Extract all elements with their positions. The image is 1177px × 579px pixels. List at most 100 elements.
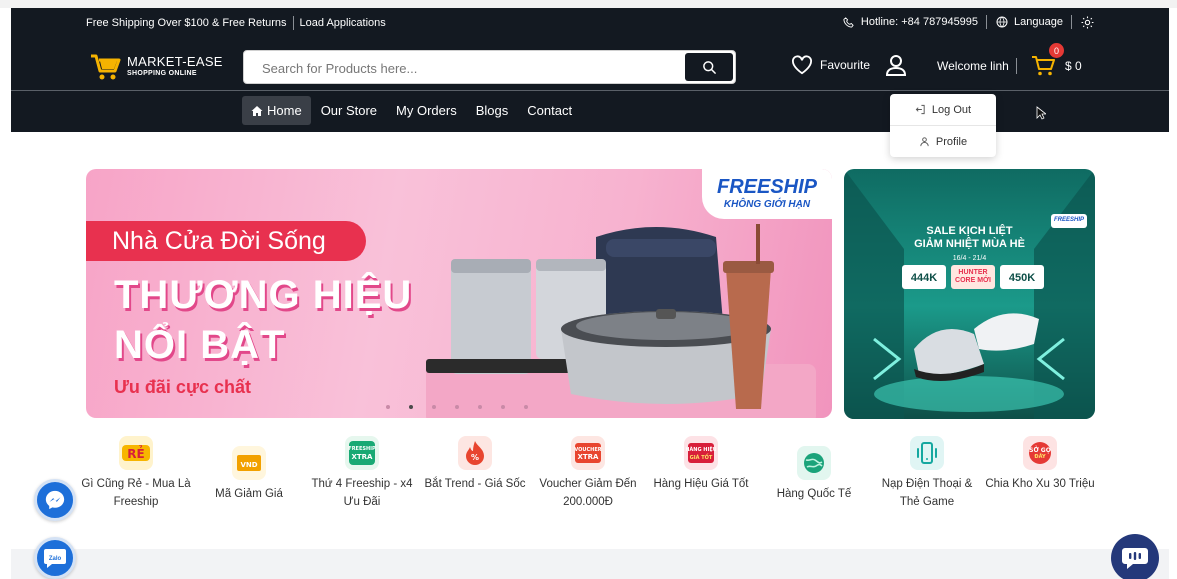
svg-text:SỞ GỌ: SỞ GỌ [1029,446,1051,454]
carousel-dot[interactable] [501,405,505,409]
top-bar-separator [986,15,988,29]
svg-text:ĐÂY: ĐÂY [1034,453,1046,460]
freeship-xtra-icon: FREESHIP XTRA [345,436,379,470]
carousel-dot[interactable] [478,405,482,409]
svg-text:HÀNG HIỆU: HÀNG HIỆU [686,445,716,453]
mouse-cursor-icon [1036,106,1046,120]
category-label: Bắt Trend - Giá Sốc [424,478,526,490]
category-item[interactable]: % Bắt Trend - Giá Sốc [419,436,531,493]
browser-top-edge [0,0,1177,8]
search-icon [702,60,716,74]
carousel-dot-active[interactable] [409,405,413,409]
category-item[interactable]: VOUCHER XTRA Voucher Giảm Đến 200.000Đ [532,436,644,511]
category-label: Nạp Điện Thoại & Thẻ Game [881,478,973,508]
profile-menu-item[interactable]: Profile [890,126,996,157]
search-input[interactable] [262,59,672,77]
profile-icon [920,137,929,147]
voucher-icon: VND [232,446,266,480]
cart-count-badge: 0 [1049,43,1064,58]
search-button[interactable] [685,53,733,81]
phone-topup-icon [910,436,944,470]
logout-icon [915,104,925,115]
nav-home[interactable]: Home [242,96,311,125]
category-item[interactable]: Nạp Điện Thoại & Thẻ Game [871,436,983,511]
top-bar-separator [1071,15,1072,29]
svg-text:XTRA: XTRA [578,453,600,461]
category-item[interactable]: RẺ Gì Cũng Rẻ - Mua Là Freeship [80,436,192,511]
side-title-line-1: SALE KỊCH LIỆT [926,225,1013,237]
load-applications-link[interactable]: Load Applications [300,17,386,29]
zalo-button[interactable]: Zalo [34,537,76,579]
shipping-notice: Free Shipping Over $100 & Free Returns [86,17,287,29]
site-logo[interactable]: MARKET-EASE SHOPPING ONLINE [89,52,223,82]
hero-headline-1: THƯƠNG HIỆU [114,273,413,317]
nav-blogs[interactable]: Blogs [467,96,518,125]
side-vouchers: 444K HUNTER CORE MỚI 450K [902,265,1049,289]
svg-text:XTRA: XTRA [352,453,374,461]
hero-pill: Nhà Cửa Đời Sống [86,221,366,261]
side-title-line-2: GIẢM NHIỆT MÙA HÈ [914,238,1025,250]
chat-support-button[interactable] [1111,534,1159,579]
home-icon [251,105,263,116]
voucher-chip: 444K [902,265,946,289]
category-label: Voucher Giảm Đến 200.000Đ [539,478,637,508]
category-label: Thứ 4 Freeship - x4 Ưu Đãi [311,478,413,508]
svg-text:FREESHIP: FREESHIP [348,446,376,452]
nav-contact[interactable]: Contact [518,96,581,125]
voucher-chip: 450K [1000,265,1044,289]
cart-button[interactable] [1031,55,1055,82]
user-icon [885,55,907,76]
logout-label: Log Out [931,103,972,116]
carousel-dot[interactable] [432,405,436,409]
top-bar-separator [292,16,294,30]
favourite-link[interactable]: Favourite [791,55,870,75]
welcome-text[interactable]: Welcome linh [937,59,1009,73]
nav-home-label: Home [267,103,302,118]
next-section [11,549,1169,579]
side-banner-date: 16/4 - 21/4 [952,255,987,262]
favourite-label: Favourite [820,58,871,72]
category-label: Chia Kho Xu 30 Triệu [985,478,1095,490]
re-tag-icon: RẺ [119,436,153,470]
nav-my-orders[interactable]: My Orders [387,96,466,125]
category-item[interactable]: VND Mã Giảm Giá [193,446,305,503]
category-item[interactable]: HÀNG HIỆU GIÁ TỐT Hàng Hiệu Giá Tốt [645,436,757,493]
brand-name: MARKET-EASE [127,54,223,69]
category-label: Hàng Quốc Tế [776,488,852,500]
fire-deal-icon: % [458,436,492,470]
user-account-button[interactable] [885,54,907,81]
nav-our-store[interactable]: Our Store [312,96,386,125]
heart-icon [792,55,812,75]
category-item[interactable]: SỞ GỌ ĐÂY Chia Kho Xu 30 Triệu [984,436,1096,493]
svg-text:GIÁ TỐT: GIÁ TỐT [690,453,713,461]
sun-theme-toggle-icon[interactable] [1080,15,1094,29]
voucher-chip-mid: HUNTER CORE MỚI [951,265,995,289]
svg-text:RẺ: RẺ [127,445,144,461]
product-image [426,224,816,418]
hero-headline-2: NỔI BẬT [114,323,286,367]
category-item[interactable]: Hàng Quốc Tế [758,446,870,503]
brand-price-icon: HÀNG HIỆU GIÁ TỐT [684,436,718,470]
carousel-dot[interactable] [455,405,459,409]
hero-subtext: Ưu đãi cực chất [114,377,252,397]
profile-label: Profile [935,135,968,148]
user-dropdown-menu: Log Out Profile [890,94,996,157]
chat-bubble-icon [1122,548,1148,569]
language-selector[interactable]: Language [1014,16,1063,28]
category-item[interactable]: FREESHIP XTRA Thứ 4 Freeship - x4 Ưu Đãi [306,436,418,511]
svg-text:VND: VND [240,461,257,469]
messenger-button[interactable] [34,479,76,521]
side-banner[interactable]: FREESHIP SALE KỊCH LIỆT GIẢM NHIỆT MÙA H… [844,169,1095,419]
stage-decor [844,169,1095,419]
messenger-icon [45,490,65,510]
hero-banner[interactable]: Nhà Cửa Đời Sống THƯƠNG HIỆU NỔI BẬT Ưu … [86,169,832,418]
freeship-badge: FREESHIP KHÔNG GIỚI HẠN [702,169,832,219]
cart-icon [1032,56,1055,76]
carousel-dot[interactable] [524,405,528,409]
logout-menu-item[interactable]: Log Out [890,94,996,125]
freeship-badge-subtitle: KHÔNG GIỚI HẠN [723,199,811,210]
category-label: Gì Cũng Rẻ - Mua Là Freeship [81,478,191,508]
svg-text:%: % [471,453,479,462]
carousel-dot[interactable] [386,405,390,409]
zalo-label: Zalo [48,556,62,562]
